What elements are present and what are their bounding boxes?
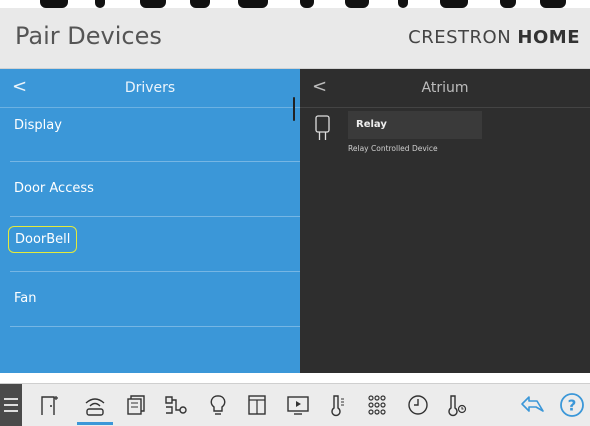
share-icon[interactable] xyxy=(518,384,548,426)
svg-text:?: ? xyxy=(568,397,577,415)
driver-item-label: Display xyxy=(14,118,62,133)
divider xyxy=(10,326,300,327)
bottom-toolbar: ? xyxy=(0,383,590,426)
room-pane-title: Atrium xyxy=(421,80,469,96)
driver-item-label: DoorBell xyxy=(8,226,78,253)
climate-network-icon[interactable] xyxy=(162,384,190,426)
media-play-icon[interactable] xyxy=(284,384,312,426)
drivers-pane: < Drivers Display Door Access DoorBell F… xyxy=(0,69,300,373)
brand-logo: CRESTRON HOME xyxy=(408,27,580,48)
drivers-pane-header: < Drivers xyxy=(0,69,300,108)
room-pane-header: < Atrium xyxy=(300,69,590,108)
device-name: Relay xyxy=(356,119,387,130)
brand-text-bold: HOME xyxy=(517,27,580,48)
relay-icon xyxy=(312,115,334,145)
drivers-pane-title: Drivers xyxy=(124,80,176,96)
device-item-relay[interactable]: Relay Relay Controlled Device xyxy=(312,111,482,157)
light-bulb-icon[interactable] xyxy=(206,384,230,426)
driver-item-door-access[interactable]: Door Access xyxy=(0,162,300,217)
room-pane: < Atrium Relay Relay Controlled Device xyxy=(300,69,590,373)
door-icon[interactable] xyxy=(38,384,62,426)
temperature-sensor-icon[interactable] xyxy=(445,384,469,426)
window-icon[interactable] xyxy=(245,384,269,426)
brand-text: CRESTRON xyxy=(408,27,512,48)
driver-item-label: Fan xyxy=(14,291,37,306)
driver-item-fan[interactable]: Fan xyxy=(0,272,300,327)
menu-icon[interactable] xyxy=(0,384,22,426)
driver-item-label: Door Access xyxy=(14,181,94,196)
app-header: Pair Devices CRESTRON HOME xyxy=(0,8,590,69)
clock-icon[interactable] xyxy=(405,384,431,426)
clipped-text-strip xyxy=(0,0,590,8)
thermometer-icon[interactable] xyxy=(327,384,349,426)
drivers-scrollbar[interactable] xyxy=(293,97,295,121)
help-icon[interactable]: ? xyxy=(557,384,587,426)
wireless-icon[interactable] xyxy=(80,384,110,426)
shades-icon[interactable] xyxy=(124,384,148,426)
driver-item-doorbell[interactable]: DoorBell xyxy=(0,217,300,272)
device-description: Relay Controlled Device xyxy=(348,144,438,153)
driver-item-display[interactable]: Display xyxy=(0,107,300,162)
keypad-icon[interactable] xyxy=(364,384,390,426)
page-title: Pair Devices xyxy=(15,22,162,50)
